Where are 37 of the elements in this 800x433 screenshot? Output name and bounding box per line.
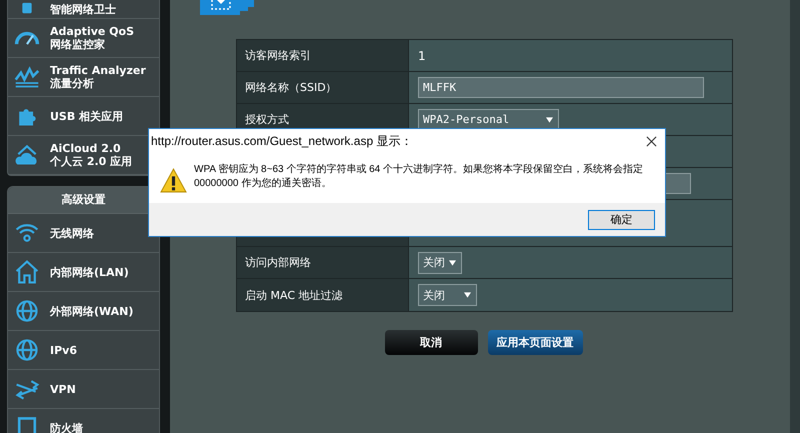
sidebar-item[interactable]: 外部网络(WAN) xyxy=(8,292,159,331)
field-value: 1 xyxy=(418,48,426,62)
item-label: USB 相关应用 xyxy=(50,110,124,122)
sidebar-item[interactable]: Traffic Analyzer 流量分析 xyxy=(8,58,159,97)
item-label: 流量分析 xyxy=(50,77,95,90)
apply-button[interactable]: 应用本页面设置 xyxy=(488,330,582,355)
item-title: Traffic Analyzer xyxy=(50,64,146,77)
item-label: 智能网络卫士 xyxy=(50,3,116,16)
sidebar-item[interactable]: 内部网络(LAN) xyxy=(8,253,159,292)
item-label: IPv6 xyxy=(50,344,77,356)
item-label: 内部网络(LAN) xyxy=(50,266,129,278)
item-title: Adaptive QoS xyxy=(50,25,134,38)
sidebar-item[interactable]: VPN xyxy=(8,370,159,409)
item-label: 无线网络 xyxy=(50,226,94,240)
dialog-title: http://router.asus.com/Guest_network.asp 显示： xyxy=(151,133,412,150)
dropdown[interactable]: 关闭 xyxy=(418,252,462,274)
item-label: 个人云 2.0 应用 xyxy=(50,155,132,168)
sidebar-item[interactable]: 防火墙 xyxy=(8,409,159,433)
item-title: AiCloud 2.0 xyxy=(50,142,122,155)
item-label: 防火墙 xyxy=(50,422,83,433)
item-label: VPN xyxy=(50,382,76,396)
dialog-message: WPA 密钥应为 8~63 个字符的字符串或 64 个十六进制字符。如果您将本字段保留空白，系统将会指定 00000000 作为您的通关密语。 xyxy=(194,163,644,191)
ssid-field[interactable]: MLFFK xyxy=(418,77,704,98)
field-label: 网络名称（SSID） xyxy=(237,72,409,103)
sidebar-item[interactable]: Adaptive QoS 网络监控家 xyxy=(8,19,159,58)
item-label: 网络监控家 xyxy=(50,38,106,51)
item-label: 外部网络(WAN) xyxy=(50,304,134,318)
dropdown[interactable]: WPA2-Personal xyxy=(418,108,559,130)
sidebar-item[interactable]: AiCloud 2.0 个人云 2.0 应用 xyxy=(8,136,148,175)
dropdown[interactable]: 关闭 xyxy=(418,284,477,306)
sidebar-item[interactable]: IPv6 xyxy=(8,331,159,370)
field-label: 访客网络索引 xyxy=(237,40,409,71)
cancel-button[interactable]: 取消 xyxy=(384,330,478,355)
field-label: 访问内部网络 xyxy=(237,247,409,278)
sidebar-item[interactable]: 智能网络卫士 xyxy=(8,0,159,19)
field-label: 启动 MAC 地址过滤 xyxy=(237,279,409,311)
ok-button[interactable]: 确定 xyxy=(588,210,655,230)
